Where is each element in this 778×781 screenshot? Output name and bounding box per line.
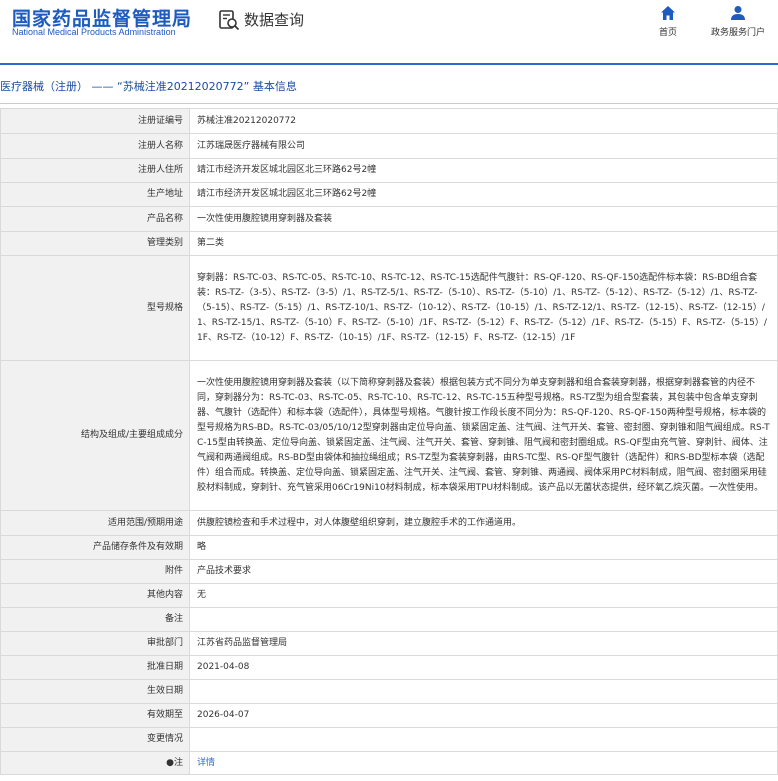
data-search-icon (219, 10, 240, 31)
table-row: 管理类别 第二类 (0, 231, 778, 256)
storage-conditions: 略 (189, 535, 778, 560)
header-divider (0, 63, 778, 65)
change-status (189, 727, 778, 752)
approval-date: 2021-04-08 (189, 655, 778, 680)
row-label: 结构及组成/主要组成成分 (0, 360, 190, 511)
row-label: 生效日期 (0, 679, 190, 704)
model-specifications: 穿刺器：RS-TC-03、RS-TC-05、RS-TC-10、RS-TC-12、… (189, 255, 778, 361)
details-link[interactable]: 详情 (197, 758, 215, 768)
registration-number: 苏械注准20212020772 (189, 108, 778, 134)
title-divider (0, 103, 778, 104)
note-cell: 详情 (189, 751, 778, 775)
row-label: 适用范围/预期用途 (0, 510, 190, 536)
row-label: 生产地址 (0, 182, 190, 207)
table-row: 注册证编号 苏械注准20212020772 (0, 108, 778, 134)
nav-home-label: 首页 (658, 28, 677, 38)
data-search-title: 数据查询 (244, 11, 305, 29)
home-icon (661, 6, 675, 20)
logo-subtitle: National Medical Products Administration (12, 27, 176, 37)
table-row: 变更情况 (0, 727, 778, 752)
table-row: 生效日期 (0, 679, 778, 704)
user-icon (731, 6, 745, 20)
effective-date (189, 679, 778, 704)
intended-use: 供腹腔镜检查和手术过程中，对人体腹壁组织穿刺，建立腹腔手术的工作通道用。 (189, 510, 778, 536)
valid-until: 2026-04-07 (189, 703, 778, 728)
nav-service-portal-label: 政务服务门户 (710, 28, 765, 38)
row-label: ●注 (0, 751, 190, 775)
registrant-address: 靖江市经济开发区城北园区北三环路62号2幢 (189, 158, 778, 183)
row-label: 审批部门 (0, 631, 190, 656)
table-row: 产品储存条件及有效期 略 (0, 535, 778, 560)
table-row: 型号规格 穿刺器：RS-TC-03、RS-TC-05、RS-TC-10、RS-T… (0, 255, 778, 361)
nav-service-portal[interactable]: 政务服务门户 (702, 4, 774, 38)
row-label: 批准日期 (0, 655, 190, 680)
row-label: 其他内容 (0, 583, 190, 608)
production-address: 靖江市经济开发区城北园区北三环路62号2幢 (189, 182, 778, 207)
product-name: 一次性使用腹腔镜用穿刺器及套装 (189, 206, 778, 232)
table-row: 备注 (0, 607, 778, 632)
row-label: 注册证编号 (0, 108, 190, 134)
row-label: 产品名称 (0, 206, 190, 232)
registrant-name: 江苏瑞晟医疗器械有限公司 (189, 133, 778, 159)
site-header: 国家药品监督管理局 National Medical Products Admi… (0, 0, 778, 44)
row-label: 附件 (0, 559, 190, 584)
table-row: 注册人名称 江苏瑞晟医疗器械有限公司 (0, 133, 778, 159)
row-label: 产品储存条件及有效期 (0, 535, 190, 560)
attachments: 产品技术要求 (189, 559, 778, 584)
table-row: ●注 详情 (0, 751, 778, 775)
management-category: 第二类 (189, 231, 778, 256)
row-label: 有效期至 (0, 703, 190, 728)
table-row: 附件 产品技术要求 (0, 559, 778, 584)
row-label: 变更情况 (0, 727, 190, 752)
row-label: 型号规格 (0, 255, 190, 361)
other-content: 无 (189, 583, 778, 608)
table-row: 审批部门 江苏省药品监督管理局 (0, 631, 778, 656)
table-row: 产品名称 一次性使用腹腔镜用穿刺器及套装 (0, 206, 778, 232)
table-row: 结构及组成/主要组成成分 一次性使用腹腔镜用穿刺器及套装（以下简称穿刺器及套装）… (0, 360, 778, 511)
table-row: 有效期至 2026-04-07 (0, 703, 778, 728)
approval-department: 江苏省药品监督管理局 (189, 631, 778, 656)
table-row: 批准日期 2021-04-08 (0, 655, 778, 680)
registration-info-table: 注册证编号 苏械注准20212020772 注册人名称 江苏瑞晟医疗器械有限公司… (0, 108, 778, 775)
table-row: 其他内容 无 (0, 583, 778, 608)
table-row: 生产地址 靖江市经济开发区城北园区北三环路62号2幢 (0, 182, 778, 207)
table-row: 适用范围/预期用途 供腹腔镜检查和手术过程中，对人体腹壁组织穿刺，建立腹腔手术的… (0, 510, 778, 536)
row-label: 备注 (0, 607, 190, 632)
row-label: 注册人住所 (0, 158, 190, 183)
nav-home[interactable]: 首页 (648, 4, 688, 38)
structure-composition: 一次性使用腹腔镜用穿刺器及套装（以下简称穿刺器及套装）根据包装方式不同分为单支穿… (189, 360, 778, 511)
table-row: 注册人住所 靖江市经济开发区城北园区北三环路62号2幢 (0, 158, 778, 183)
row-label: 管理类别 (0, 231, 190, 256)
remarks (189, 607, 778, 632)
row-label: 注册人名称 (0, 133, 190, 159)
page-title: 医疗器械（注册） —— “苏械注准20212020772” 基本信息 (0, 80, 297, 93)
